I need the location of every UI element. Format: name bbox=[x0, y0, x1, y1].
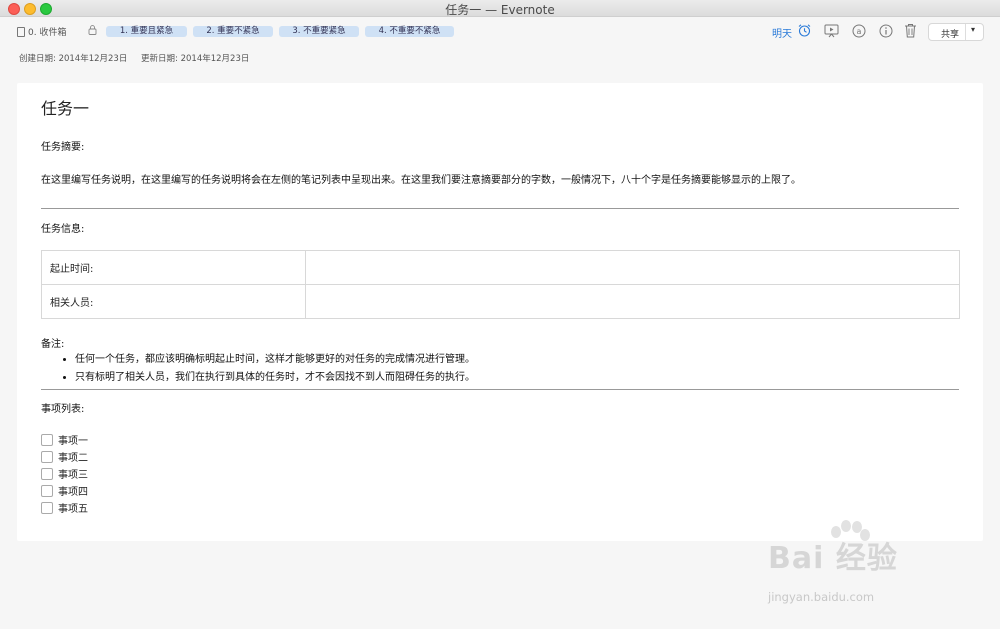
updated-date: 更新日期: 2014年12月23日 bbox=[141, 54, 250, 64]
checklist-item: 事项四 bbox=[41, 483, 88, 498]
divider bbox=[41, 208, 959, 209]
list-item: 任何一个任务，都应该明确标明起止时间，这样才能够更好的对任务的完成情况进行管理。 bbox=[75, 350, 475, 365]
info-table: 起止时间: 相关人员: bbox=[41, 250, 960, 319]
checkbox[interactable] bbox=[41, 501, 53, 514]
notebook-selector[interactable]: 0. 收件箱 bbox=[17, 25, 66, 38]
table-cell-label[interactable]: 相关人员: bbox=[41, 284, 306, 319]
checklist-label: 事项五 bbox=[58, 504, 88, 515]
tag-3[interactable]: 3. 不重要紧急 bbox=[279, 26, 359, 37]
share-button[interactable]: 共享 ▾ bbox=[928, 23, 984, 41]
table-cell-value[interactable] bbox=[305, 250, 960, 285]
tag-1[interactable]: 1. 重要且紧急 bbox=[106, 26, 187, 37]
tag-2[interactable]: 2. 重要不紧急 bbox=[193, 26, 273, 37]
watermark-url: jingyan.baidu.com bbox=[768, 590, 875, 604]
checkbox[interactable] bbox=[41, 433, 53, 446]
tag-4[interactable]: 4. 不重要不紧急 bbox=[365, 26, 454, 37]
table-row: 相关人员: bbox=[41, 284, 960, 319]
title-bar: 任务一 — Evernote bbox=[0, 0, 1000, 17]
notebook-icon bbox=[17, 26, 25, 37]
summary-heading: 任务摘要: bbox=[41, 142, 85, 153]
remarks-heading: 备注: bbox=[41, 339, 65, 350]
share-divider bbox=[965, 24, 966, 40]
window-title: 任务一 — Evernote bbox=[445, 3, 555, 17]
checklist-label: 事项三 bbox=[58, 470, 88, 481]
checkbox[interactable] bbox=[41, 467, 53, 480]
note-title[interactable]: 任务一 bbox=[41, 95, 89, 119]
svg-text:a: a bbox=[857, 27, 862, 36]
info-icon[interactable] bbox=[879, 24, 893, 38]
checklist-item: 事项三 bbox=[41, 466, 88, 481]
checklist-label: 事项二 bbox=[58, 453, 88, 464]
presentation-icon[interactable] bbox=[824, 24, 839, 38]
checklist-item: 事项二 bbox=[41, 449, 88, 464]
trash-icon[interactable] bbox=[904, 23, 917, 38]
checkbox[interactable] bbox=[41, 450, 53, 463]
list-heading: 事项列表: bbox=[41, 404, 85, 415]
share-label: 共享 bbox=[941, 30, 960, 40]
checklist-item: 事项一 bbox=[41, 432, 88, 447]
work-chat-icon[interactable]: a bbox=[852, 24, 866, 38]
info-heading: 任务信息: bbox=[41, 224, 85, 235]
alarm-clock-icon[interactable] bbox=[797, 23, 812, 38]
checkbox[interactable] bbox=[41, 484, 53, 497]
table-cell-label[interactable]: 起止时间: bbox=[41, 250, 306, 285]
checklist-item: 事项五 bbox=[41, 500, 88, 515]
checklist-label: 事项四 bbox=[58, 487, 88, 498]
table-row: 起止时间: bbox=[41, 250, 960, 285]
summary-text: 在这里编写任务说明，在这里编写的任务说明将会在左侧的笔记列表中呈现出来。在这里我… bbox=[41, 175, 801, 186]
divider bbox=[41, 389, 959, 390]
reminder-tomorrow-label[interactable]: 明天 bbox=[772, 25, 792, 40]
chevron-down-icon[interactable]: ▾ bbox=[971, 25, 975, 34]
lock-icon[interactable] bbox=[88, 25, 97, 35]
note-editor[interactable]: 任务一 任务摘要: 在这里编写任务说明，在这里编写的任务说明将会在左侧的笔记列表… bbox=[17, 83, 983, 541]
table-cell-value[interactable] bbox=[305, 284, 960, 319]
created-date: 创建日期: 2014年12月23日 bbox=[19, 54, 128, 64]
note-dates: 创建日期: 2014年12月23日 更新日期: 2014年12月23日 bbox=[19, 52, 260, 64]
notebook-name: 0. 收件箱 bbox=[28, 28, 67, 38]
watermark-brand: Bai 经验 bbox=[768, 541, 898, 576]
list-item: 只有标明了相关人员，我们在执行到具体的任务时，才不会因找不到人而阻碍任务的执行。 bbox=[75, 368, 475, 383]
checklist-label: 事项一 bbox=[58, 436, 88, 447]
remarks-list: 任何一个任务，都应该明确标明起止时间，这样才能够更好的对任务的完成情况进行管理。… bbox=[75, 350, 475, 386]
note-toolbar: 0. 收件箱 1. 重要且紧急 2. 重要不紧急 3. 不重要紧急 4. 不重要… bbox=[0, 18, 1000, 46]
